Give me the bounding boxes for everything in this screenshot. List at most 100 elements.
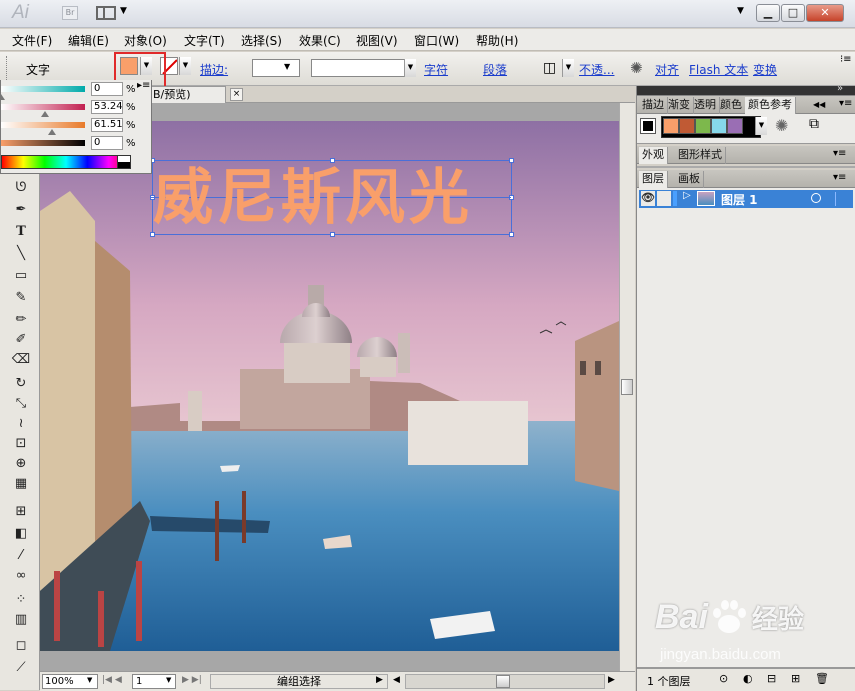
line-icon[interactable]: ╲ [10,244,32,264]
recolor-icon[interactable]: ✺ [630,59,643,77]
locate-object-icon[interactable]: ⊙ [719,672,728,685]
mesh-icon[interactable]: ⊞ [10,502,32,522]
slice-icon[interactable]: ⟋ [10,658,32,678]
menu-file[interactable]: 文件(F) [12,32,52,49]
harmony-color-2[interactable] [679,118,695,134]
free-transform-icon[interactable]: ⊡ [10,434,32,454]
zoom-dropdown-icon[interactable]: ▼ [87,676,92,684]
status-menu-arrow-icon[interactable]: ▶ [376,675,383,685]
scroll-left-icon[interactable]: ◀ [393,675,400,685]
gradient-icon[interactable]: ◧ [10,524,32,544]
black-white-swatch[interactable] [117,155,131,169]
scale-icon[interactable]: ⤡ [10,394,32,414]
symbol-sprayer-icon[interactable]: ⁘ [10,590,32,610]
maximize-button[interactable]: □ [781,4,805,22]
tab-color-guide[interactable]: 颜色参考 [745,97,796,114]
document-close-icon[interactable]: × [230,88,243,101]
blend-icon[interactable]: ∞ [10,566,32,586]
headline-text[interactable]: 威尼斯风光 [153,167,473,229]
collapse-panels-icon[interactable]: » [837,83,843,94]
layers-menu-icon[interactable]: ▾≡ [833,172,846,183]
workspace-dropdown-icon[interactable]: ▼ [737,6,744,16]
yellow-slider-knob[interactable] [48,129,56,135]
vertical-scrollbar[interactable] [619,103,635,671]
appearance-menu-icon[interactable]: ▾≡ [833,148,846,159]
menu-type[interactable]: 文字(T) [184,32,225,49]
black-field[interactable]: 0 [91,136,123,150]
tab-artboards[interactable]: 画板 [675,171,704,188]
eyedropper-icon[interactable]: ⁄ [10,546,32,566]
harmony-dropdown-icon[interactable]: ▼ [755,117,767,135]
menu-effect[interactable]: 效果(C) [299,32,341,49]
expand-layer-icon[interactable]: ▷ [683,190,691,201]
new-layer-icon[interactable]: ⊞ [791,672,800,685]
first-page-icon[interactable]: |◀ ◀ [102,675,122,685]
eraser-icon[interactable]: ⌫ [10,350,32,370]
panel-separator[interactable] [637,166,855,168]
transform-link[interactable]: 变换 [753,61,777,78]
yellow-field[interactable]: 61.51 [91,118,123,132]
paintbrush-icon[interactable]: ✎ [10,288,32,308]
visibility-eye-icon[interactable]: 👁 [641,191,655,206]
vertical-scroll-thumb[interactable] [621,379,633,395]
arrange-documents-icon[interactable] [96,6,116,20]
control-bar-grip[interactable] [6,56,9,80]
panel-collapse-icon[interactable]: ◀◀ [813,100,825,109]
document-tab[interactable]: B/预览) [150,86,226,103]
harmony-color-5[interactable] [727,118,743,134]
minimize-button[interactable]: ▁ [756,4,780,22]
last-page-icon[interactable]: ▶ ▶| [182,675,202,685]
magenta-field[interactable]: 53.24 [91,100,123,114]
menu-select[interactable]: 选择(S) [241,32,282,49]
warp-icon[interactable]: ≀ [10,414,32,434]
stroke-dropdown-icon[interactable]: ▼ [179,57,191,75]
delete-layer-icon[interactable]: 🗑 [815,672,829,685]
text-bounding-box[interactable]: 威尼斯风光 [150,158,514,237]
rotate-icon[interactable]: ↻ [10,374,32,394]
stroke-label[interactable]: 描边: [200,61,228,78]
type-tool-icon[interactable]: T [10,222,32,242]
popup-menu-icon[interactable]: ▸≡ [137,80,150,91]
close-button[interactable]: ✕ [806,4,844,22]
stroke-weight-dropdown-icon[interactable]: ▼ [284,62,290,71]
tab-layers[interactable]: 图层 [639,171,668,188]
pen-icon[interactable]: ✒ [10,200,32,220]
selection-status[interactable]: 编组选择 [210,674,388,689]
lasso-icon[interactable]: ᘎ [10,178,32,198]
color-spectrum[interactable] [1,155,131,169]
panel-menu-icon[interactable]: ▾≡ [839,98,852,109]
harmony-color-4[interactable] [711,118,727,134]
paragraph-link[interactable]: 段落 [483,61,507,78]
make-clipping-mask-icon[interactable]: ◐ [743,672,753,685]
menu-view[interactable]: 视图(V) [356,32,398,49]
shape-builder-icon[interactable]: ⊕ [10,454,32,474]
blob-brush-icon[interactable]: ✐ [10,330,32,350]
cyan-slider-knob[interactable] [0,94,5,100]
black-slider[interactable] [1,140,85,146]
style-dropdown-icon[interactable]: ▼ [404,59,416,77]
tab-graphic-styles[interactable]: 图形样式 [675,147,726,164]
layer-name[interactable]: 图层 1 [721,191,758,208]
resize-handle[interactable] [509,158,514,163]
menu-object[interactable]: 对象(O) [124,32,167,49]
rectangle-icon[interactable]: ▭ [10,266,32,286]
page-dropdown-icon[interactable]: ▼ [166,676,171,684]
edit-colors-icon[interactable]: ✺ [775,116,788,135]
style-field[interactable] [311,59,416,77]
canvas-area[interactable]: 威尼斯风光 [40,103,619,671]
tab-gradient[interactable]: 渐变 [665,97,694,114]
warp-dropdown-icon[interactable]: ▼ [562,59,574,77]
menu-edit[interactable]: 编辑(E) [68,32,109,49]
layer-row[interactable]: 👁 ▷ 图层 1 [639,190,853,208]
tab-transparency[interactable]: 透明 [691,97,720,114]
pencil-icon[interactable]: ✏ [10,310,32,330]
flash-text-link[interactable]: Flash 文本 [689,61,748,78]
tab-appearance[interactable]: 外观 [639,147,668,164]
align-link[interactable]: 对齐 [655,61,679,78]
magenta-slider-knob[interactable] [41,111,49,117]
menu-help[interactable]: 帮助(H) [476,32,518,49]
harmony-color-3[interactable] [695,118,711,134]
lock-toggle[interactable] [657,191,671,206]
new-sublayer-icon[interactable]: ⊟ [767,672,776,685]
save-color-group-icon[interactable]: ⧉ [809,116,819,132]
